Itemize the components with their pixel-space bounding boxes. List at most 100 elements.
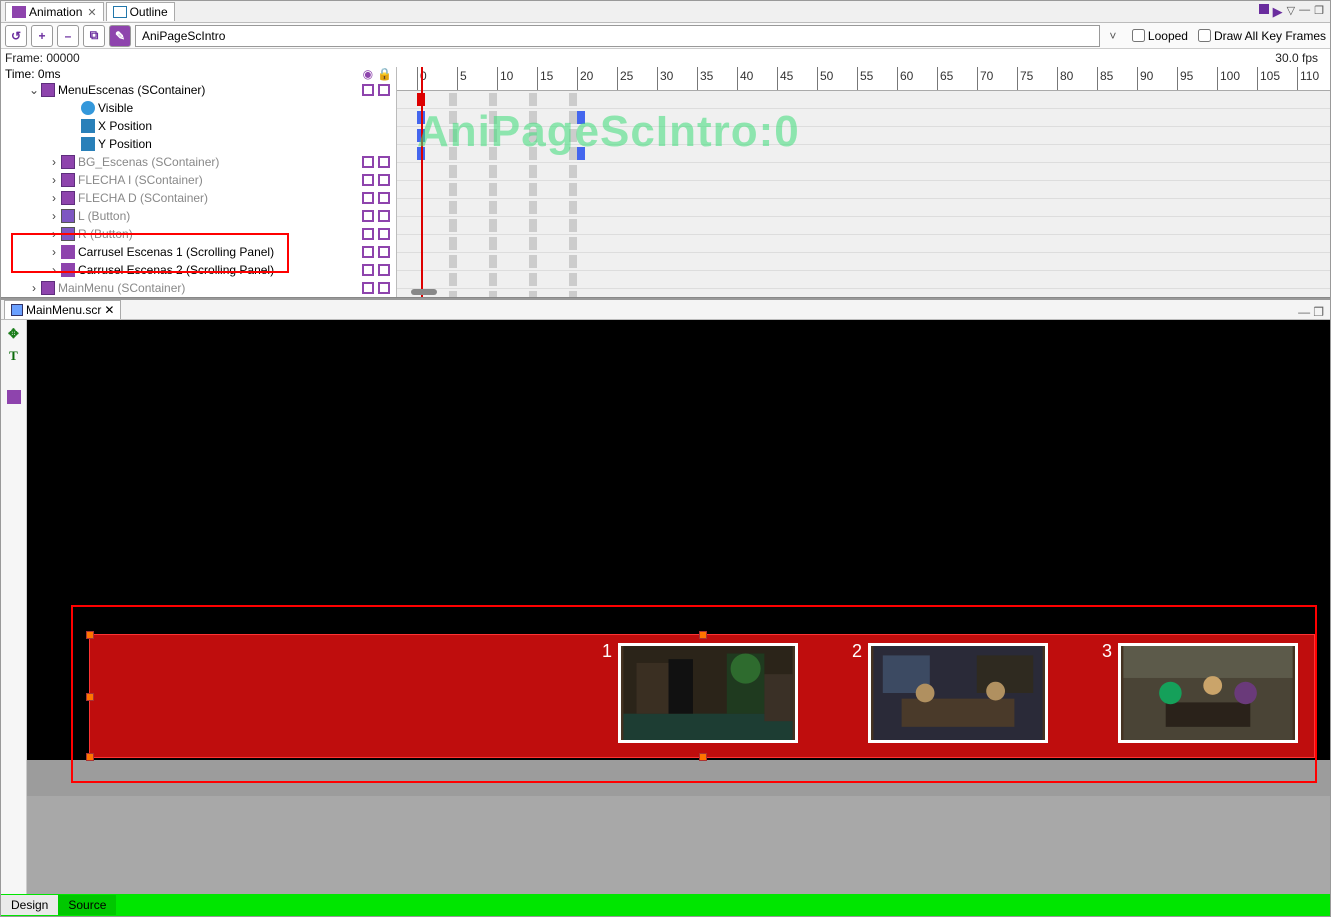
carousel-panel[interactable]: 1 2 3 [89, 634, 1315, 758]
scene-thumb-2[interactable] [868, 643, 1048, 743]
track-lock-toggle[interactable] [378, 192, 390, 204]
design-canvas[interactable]: 1 2 3 [27, 320, 1330, 894]
looped-checkbox[interactable]: Looped [1132, 29, 1188, 43]
track-lock-toggle[interactable] [378, 210, 390, 222]
twisty-icon[interactable]: › [47, 227, 61, 241]
track-lock-toggle[interactable] [378, 282, 390, 294]
lock-icon[interactable]: 🔒 [377, 67, 392, 81]
track-row[interactable] [397, 181, 1330, 199]
track-visibility-toggle[interactable] [362, 156, 374, 168]
track-row[interactable] [397, 145, 1330, 163]
tree-node[interactable]: ›Carrusel Escenas 1 (Scrolling Panel) [1, 243, 396, 261]
twisty-icon[interactable]: › [27, 281, 41, 295]
track-visibility-toggle[interactable] [362, 264, 374, 276]
maximize-icon[interactable]: ❐ [1314, 4, 1324, 20]
track-row[interactable] [397, 163, 1330, 181]
tab-outline[interactable]: Outline [106, 2, 175, 21]
track-row[interactable] [397, 217, 1330, 235]
keyframe[interactable] [577, 111, 585, 124]
resize-handle-w[interactable] [86, 693, 94, 701]
tree-node[interactable]: ⌄MenuEscenas (SContainer) [1, 81, 396, 99]
move-tool-icon[interactable]: ✥ [8, 326, 19, 342]
resize-handle-sw[interactable] [86, 753, 94, 761]
tick-10: 10 [497, 67, 513, 90]
track-lock-toggle[interactable] [378, 246, 390, 258]
tab-animation[interactable]: Animation ✕ [5, 2, 104, 21]
tree-node[interactable]: X Position [1, 117, 396, 135]
tree-node[interactable]: ›Carrusel Escenas 2 (Scrolling Panel) [1, 261, 396, 279]
close-icon[interactable]: ✕ [104, 303, 114, 317]
resize-handle-n[interactable] [699, 631, 707, 639]
text-tool-icon[interactable]: T [9, 348, 18, 364]
track-lock-toggle[interactable] [378, 174, 390, 186]
scene-thumb-1[interactable] [618, 643, 798, 743]
track-lock-toggle[interactable] [378, 264, 390, 276]
stop-icon[interactable] [1259, 4, 1269, 14]
twisty-icon[interactable]: › [47, 191, 61, 205]
tree-node[interactable]: ›L (Button) [1, 207, 396, 225]
resize-handle-s[interactable] [699, 753, 707, 761]
looped-input[interactable] [1132, 29, 1145, 42]
tree-node[interactable]: ›R (Button) [1, 225, 396, 243]
minimize-icon[interactable]: — [1298, 305, 1310, 319]
timeline-scrollbar[interactable] [411, 289, 437, 295]
hierarchy-tree[interactable]: ⌄MenuEscenas (SContainer)VisibleX Positi… [1, 81, 396, 297]
scene-thumb-3[interactable] [1118, 643, 1298, 743]
track-row[interactable] [397, 253, 1330, 271]
close-icon[interactable]: ✕ [87, 6, 96, 19]
track-visibility-toggle[interactable] [362, 246, 374, 258]
tree-node[interactable]: ›BG_Escenas (SContainer) [1, 153, 396, 171]
animation-name-combo[interactable]: AniPageScIntro [135, 25, 1100, 47]
track-visibility-toggle[interactable] [362, 84, 374, 96]
remove-button[interactable] [57, 25, 79, 47]
visibility-icon[interactable]: ◉ [363, 67, 373, 81]
chevron-down-icon[interactable]: ˅ [1104, 29, 1122, 43]
track-row[interactable] [397, 91, 1330, 109]
duplicate-button[interactable] [83, 25, 105, 47]
keyframe[interactable] [577, 147, 585, 160]
add-button[interactable] [31, 25, 53, 47]
timeline-column[interactable]: 0510152025303540455055606570758085909510… [397, 67, 1330, 297]
tree-node[interactable]: ›FLECHA D (SContainer) [1, 189, 396, 207]
track-lock-toggle[interactable] [378, 156, 390, 168]
tree-node[interactable]: ›FLECHA I (SContainer) [1, 171, 396, 189]
track-visibility-toggle[interactable] [362, 192, 374, 204]
track-row[interactable] [397, 199, 1330, 217]
paint-button[interactable] [109, 25, 131, 47]
track-row[interactable] [397, 271, 1330, 289]
track-row[interactable] [397, 289, 1330, 297]
twisty-icon[interactable]: › [47, 173, 61, 187]
minimize-icon[interactable]: — [1299, 4, 1310, 20]
tab-design[interactable]: Design [1, 895, 58, 915]
maximize-icon[interactable]: ❐ [1313, 305, 1324, 319]
timeline-ruler[interactable]: 0510152025303540455055606570758085909510… [397, 67, 1330, 91]
play-icon[interactable]: ▶ [1273, 4, 1283, 20]
twisty-icon[interactable]: › [47, 209, 61, 223]
track-row[interactable] [397, 127, 1330, 145]
track-row[interactable] [397, 109, 1330, 127]
resize-handle-nw[interactable] [86, 631, 94, 639]
twisty-icon[interactable]: › [47, 245, 61, 259]
track-visibility-toggle[interactable] [362, 210, 374, 222]
timeline-tracks[interactable] [397, 91, 1330, 297]
playhead[interactable] [421, 67, 423, 297]
tab-source[interactable]: Source [58, 895, 116, 915]
track-row[interactable] [397, 235, 1330, 253]
draw-all-input[interactable] [1198, 29, 1211, 42]
rect-tool-icon[interactable] [7, 390, 21, 404]
draw-all-key-frames-checkbox[interactable]: Draw All Key Frames [1198, 29, 1326, 43]
twisty-icon[interactable]: › [47, 263, 61, 277]
tree-node[interactable]: Y Position [1, 135, 396, 153]
track-visibility-toggle[interactable] [362, 228, 374, 240]
track-lock-toggle[interactable] [378, 228, 390, 240]
file-tab-mainmenu[interactable]: MainMenu.scr ✕ [4, 300, 121, 319]
track-visibility-toggle[interactable] [362, 174, 374, 186]
chevron-down-icon[interactable]: ▽ [1287, 4, 1295, 20]
twisty-icon[interactable]: ⌄ [27, 83, 41, 97]
twisty-icon[interactable]: › [47, 155, 61, 169]
track-lock-toggle[interactable] [378, 84, 390, 96]
track-visibility-toggle[interactable] [362, 282, 374, 294]
undo-button[interactable] [5, 25, 27, 47]
tree-node[interactable]: Visible [1, 99, 396, 117]
tree-node[interactable]: ›MainMenu (SContainer) [1, 279, 396, 297]
